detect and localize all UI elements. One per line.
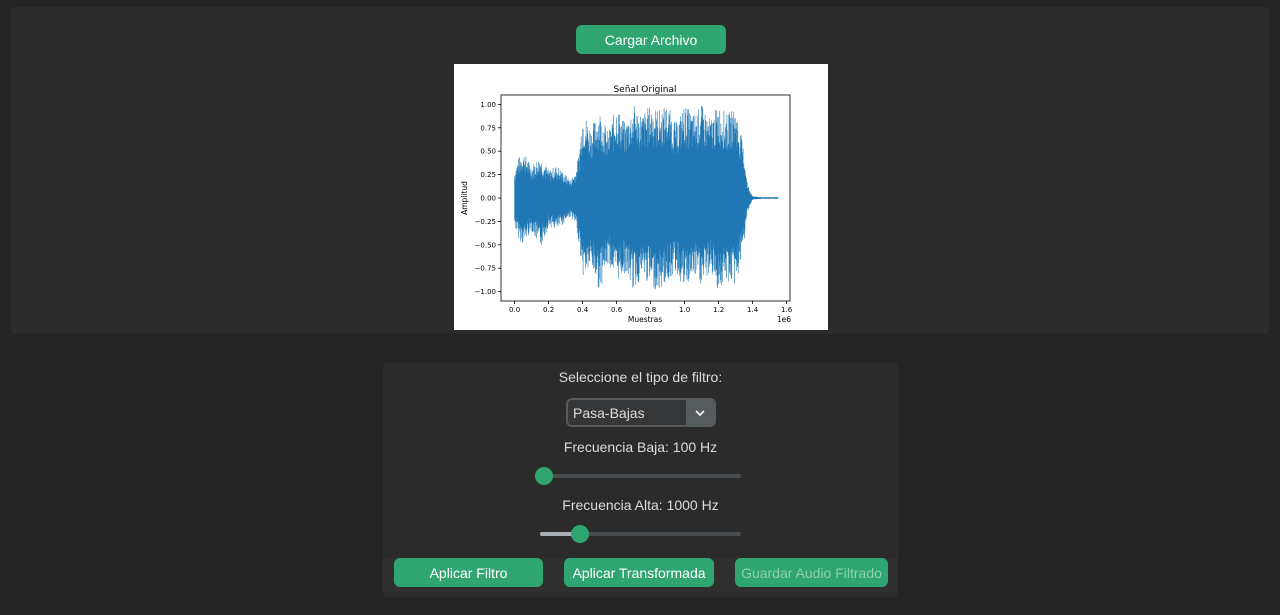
slider-thumb[interactable] bbox=[535, 467, 554, 485]
x-tick-label: 1.6 bbox=[781, 306, 793, 314]
low-frequency-slider[interactable] bbox=[535, 466, 741, 486]
chart-x-axis-label: Muestras bbox=[628, 315, 662, 324]
x-tick-label: 0.4 bbox=[577, 306, 589, 314]
y-tick-label: 0.00 bbox=[480, 195, 496, 203]
filter-type-select[interactable]: Pasa-Bajas bbox=[566, 398, 716, 427]
filter-type-label: Seleccione el tipo de filtro: bbox=[558, 369, 723, 385]
x-tick-label: 1.2 bbox=[713, 306, 724, 314]
signal-plot: Señal Original Amplitud Muestras 1e6 1.0… bbox=[454, 64, 828, 330]
y-tick-label: −0.50 bbox=[475, 241, 496, 249]
y-tick-label: −1.00 bbox=[475, 288, 496, 296]
save-filtered-audio-button[interactable]: Guardar Audio Filtrado bbox=[735, 558, 888, 587]
x-tick-label: 0.8 bbox=[645, 306, 656, 314]
x-tick-label: 1.4 bbox=[747, 306, 759, 314]
dropdown-arrow-button[interactable] bbox=[686, 400, 714, 425]
y-tick-label: −0.75 bbox=[475, 265, 496, 273]
low-frequency-label: Frecuencia Baja: 100 Hz bbox=[563, 439, 718, 455]
apply-transform-button[interactable]: Aplicar Transformada bbox=[564, 558, 714, 587]
x-tick-label: 1.0 bbox=[679, 306, 690, 314]
y-tick-label: −0.25 bbox=[475, 218, 496, 226]
chart-x-offset-label: 1e6 bbox=[777, 315, 791, 324]
chart-title: Señal Original bbox=[613, 85, 676, 95]
chevron-down-icon bbox=[695, 409, 705, 416]
high-frequency-slider[interactable] bbox=[540, 524, 741, 544]
slider-thumb[interactable] bbox=[571, 525, 590, 543]
y-tick-label: 0.25 bbox=[480, 171, 496, 179]
x-tick-label: 0.2 bbox=[543, 306, 554, 314]
x-tick-label: 0.6 bbox=[611, 306, 623, 314]
action-button-row: Aplicar Filtro Aplicar Transformada Guar… bbox=[383, 558, 898, 592]
filter-panel: Seleccione el tipo de filtro: Pasa-Bajas… bbox=[383, 362, 898, 598]
y-tick-label: 0.50 bbox=[480, 148, 496, 156]
signal-chart: Señal Original Amplitud Muestras 1e6 1.0… bbox=[454, 64, 828, 330]
apply-filter-button[interactable]: Aplicar Filtro bbox=[394, 558, 543, 587]
chart-y-axis-label: Amplitud bbox=[460, 181, 469, 215]
filter-type-value: Pasa-Bajas bbox=[573, 405, 645, 421]
x-tick-label: 0.0 bbox=[509, 306, 520, 314]
y-tick-label: 1.00 bbox=[480, 101, 496, 109]
slider-track bbox=[540, 474, 741, 478]
y-tick-label: 0.75 bbox=[480, 124, 496, 132]
high-frequency-label: Frecuencia Alta: 1000 Hz bbox=[562, 497, 719, 513]
load-file-button[interactable]: Cargar Archivo bbox=[576, 25, 726, 54]
